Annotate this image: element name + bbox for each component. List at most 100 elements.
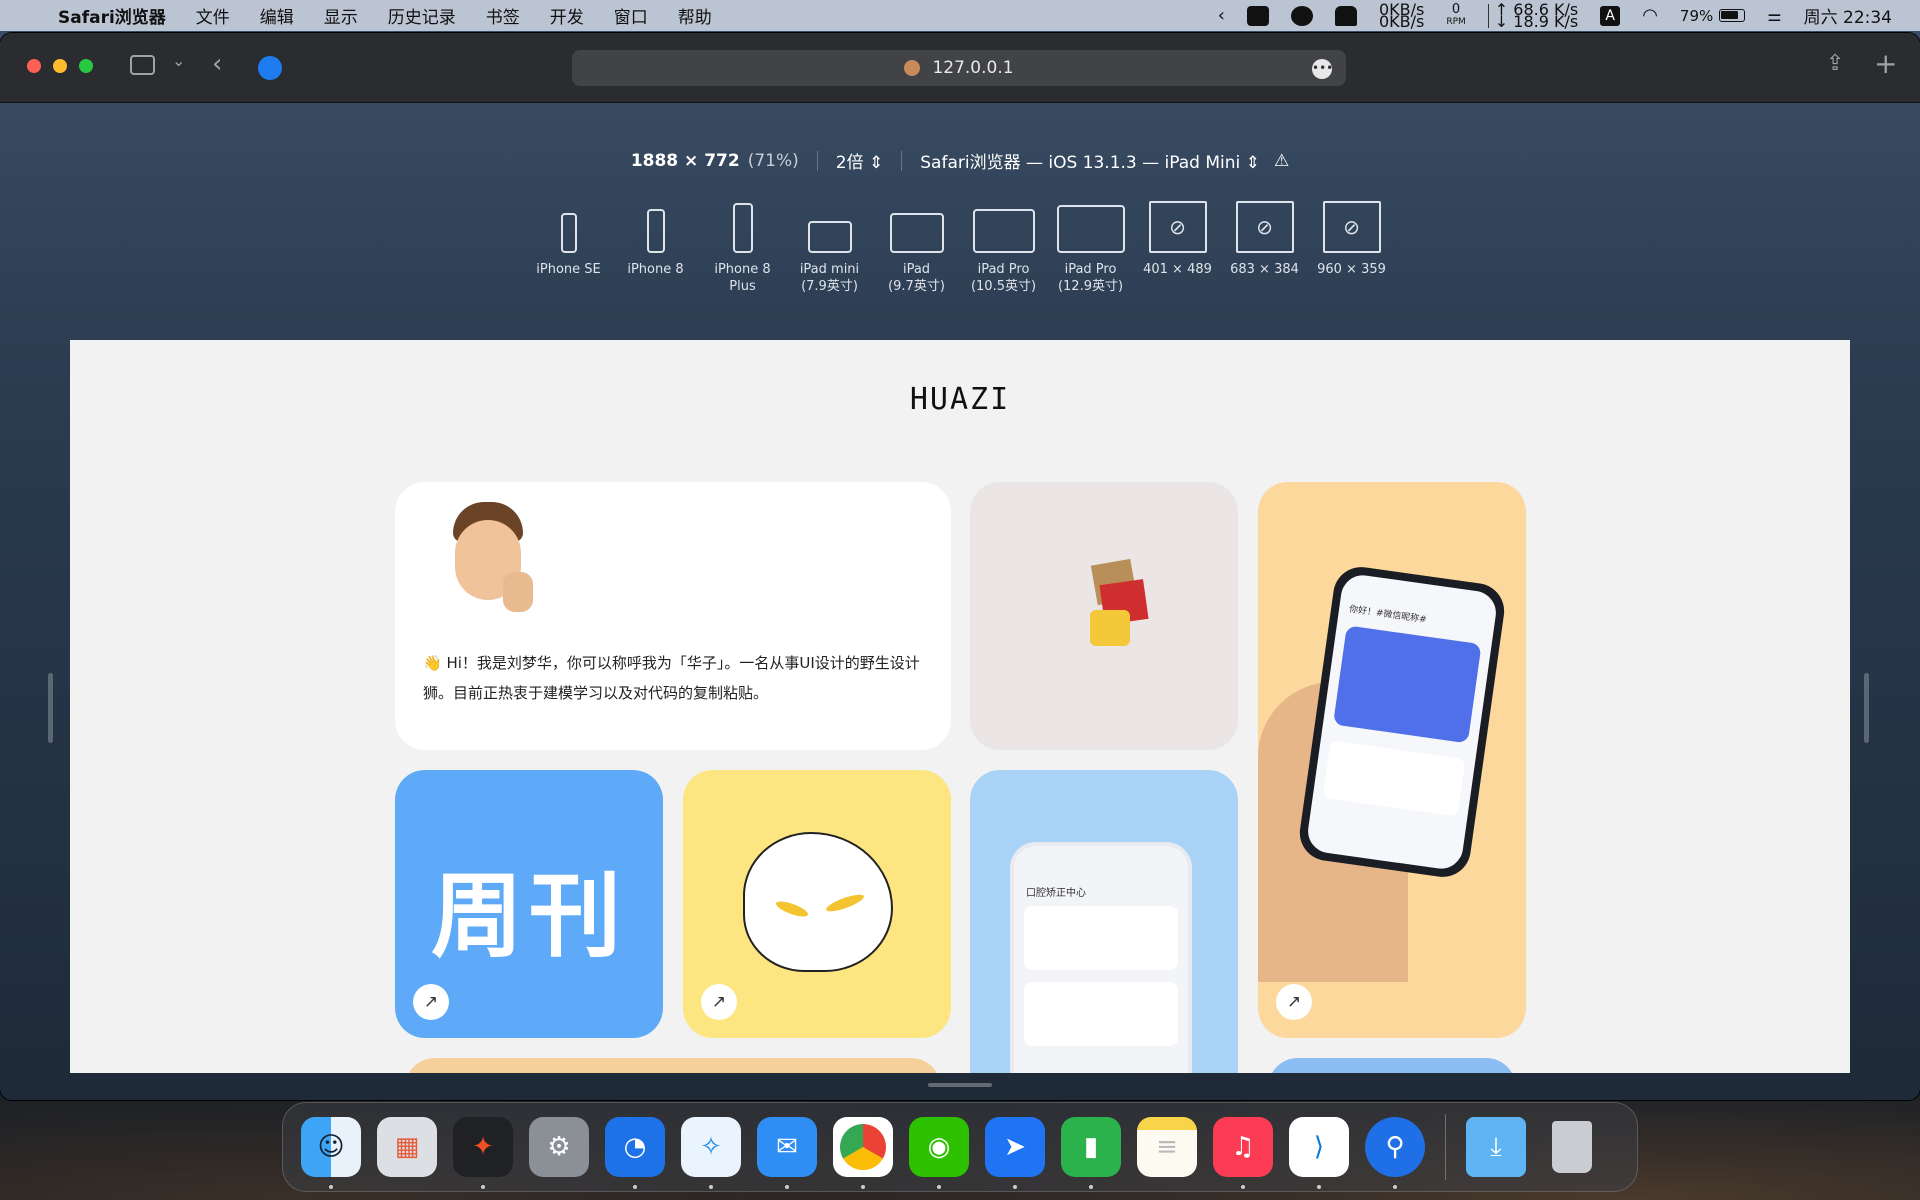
dock-lark[interactable]: ➤ xyxy=(985,1117,1045,1189)
scale-selector[interactable]: 2倍 ⇕ xyxy=(836,148,883,173)
user-agent-selector[interactable]: Safari浏览器 — iOS 13.1.3 — iPad Mini ⇕ xyxy=(920,148,1260,173)
open-project-button[interactable]: ↗ xyxy=(413,984,449,1020)
extension-icon[interactable] xyxy=(258,56,282,80)
dock-launchpad[interactable]: ▦ xyxy=(377,1117,437,1177)
iphone-icon xyxy=(646,209,665,253)
cat-icon[interactable] xyxy=(1334,5,1357,26)
network-monitor[interactable]: 0KB/s 0KB/s xyxy=(1379,1,1424,29)
dock-mail[interactable]: ✉ xyxy=(757,1117,817,1189)
dock-vscode[interactable]: ⟩ xyxy=(1289,1117,1349,1189)
phone-greeting: 你好！#微信昵称# xyxy=(1348,604,1428,626)
dock-trash[interactable] xyxy=(1542,1117,1602,1177)
dock-numbers[interactable]: ▮ xyxy=(1061,1117,1121,1189)
ipad-icon xyxy=(972,209,1035,253)
partial-card-orange[interactable] xyxy=(405,1058,941,1073)
close-window-button[interactable] xyxy=(27,59,41,73)
menu-history[interactable]: 历史记录 xyxy=(388,3,456,28)
share-icon[interactable]: ⇪ xyxy=(1826,51,1844,76)
weekly-label: 周刊 xyxy=(430,863,627,970)
device-iphone-8-plus[interactable]: iPhone 8 Plus xyxy=(699,203,786,295)
resize-handle-left[interactable] xyxy=(48,673,53,743)
finder-icon: ☺ xyxy=(317,1132,345,1162)
resize-handle-right[interactable] xyxy=(1864,673,1869,743)
chevron-left-icon[interactable]: ‹ xyxy=(1218,5,1225,26)
menu-view[interactable]: 显示 xyxy=(324,3,358,28)
menu-file[interactable]: 文件 xyxy=(196,3,230,28)
wifi-icon[interactable]: ◠ xyxy=(1642,5,1658,26)
open-project-button[interactable]: ↗ xyxy=(1276,984,1312,1020)
device-ipad[interactable]: iPad (9.7英寸) xyxy=(873,203,960,295)
app-showcase-card[interactable]: 你好！#微信昵称# ↗ xyxy=(1258,482,1526,1038)
menu-help[interactable]: 帮助 xyxy=(678,3,712,28)
fan-unit: RPM xyxy=(1446,16,1466,27)
3d-character-card[interactable] xyxy=(970,482,1238,750)
viewport-dimensions[interactable]: 1888 × 772 xyxy=(631,151,740,171)
launchpad-icon: ▦ xyxy=(394,1132,420,1162)
gear-icon: ⚙ xyxy=(547,1132,571,1162)
device-presets: iPhone SE iPhone 8 iPhone 8 Plus iPad mi… xyxy=(0,201,1920,295)
device-ipad-pro-10[interactable]: iPad Pro (10.5英寸) xyxy=(960,203,1047,295)
menu-window[interactable]: 窗口 xyxy=(614,3,648,28)
fan-value: 0 xyxy=(1451,1,1461,17)
input-method-icon[interactable]: A xyxy=(1600,5,1621,26)
compass-icon: ⊘ xyxy=(1235,201,1294,253)
dock-system-preferences[interactable]: ⚙ xyxy=(529,1117,589,1177)
back-button[interactable]: ‹ xyxy=(212,49,222,79)
dock-wechat[interactable]: ◉ xyxy=(909,1117,969,1189)
dock-downloads[interactable]: ⤓ xyxy=(1466,1117,1526,1177)
minimize-window-button[interactable] xyxy=(53,59,67,73)
chevron-down-icon[interactable]: ⌄ xyxy=(172,51,185,70)
menu-develop[interactable]: 开发 xyxy=(550,3,584,28)
compass-icon: ⊘ xyxy=(1322,201,1381,253)
mascot-illustration xyxy=(743,832,893,972)
lark-icon: ➤ xyxy=(1004,1132,1026,1162)
custom-size-683[interactable]: ⊘ 683 × 384 xyxy=(1221,201,1308,295)
wechat-icon[interactable] xyxy=(1290,5,1313,26)
device-iphone-8[interactable]: iPhone 8 xyxy=(612,203,699,295)
dock-notes[interactable]: ≡ xyxy=(1137,1117,1197,1177)
page-viewport: HUAZI 👋 Hi！我是刘梦华，你可以称呼我为「华子」。一名从事UI设计的野生… xyxy=(70,340,1850,1073)
menu-edit[interactable]: 编辑 xyxy=(260,3,294,28)
dock-music[interactable]: ♫ xyxy=(1213,1117,1273,1189)
device-ipad-mini[interactable]: iPad mini (7.9英寸) xyxy=(786,203,873,295)
numbers-icon: ▮ xyxy=(1083,1132,1099,1162)
phone-screen-mockup: 口腔矫正中心 xyxy=(1010,842,1192,1073)
menu-bookmarks[interactable]: 书签 xyxy=(486,3,520,28)
dock-safari[interactable]: ✧ xyxy=(681,1117,741,1189)
more-options-icon[interactable]: ••• xyxy=(1312,59,1333,79)
custom-size-960[interactable]: ⊘ 960 × 359 xyxy=(1308,201,1395,295)
partial-card-blue[interactable] xyxy=(1268,1058,1516,1073)
resize-handle-bottom[interactable] xyxy=(928,1083,992,1087)
intro-card: 👋 Hi！我是刘梦华，你可以称呼我为「华子」。一名从事UI设计的野生设计狮。目前… xyxy=(395,482,951,750)
intro-text: 👋 Hi！我是刘梦华，你可以称呼我为「华子」。一名从事UI设计的野生设计狮。目前… xyxy=(423,654,920,702)
dashboard-card[interactable]: 口腔矫正中心 xyxy=(970,770,1238,1073)
dock: ☺ ▦ ✦ ⚙ ◔ ✧ ✉ ◉ ➤ ▮ ≡ ♫ ⟩ ⚲ ⤓ xyxy=(282,1102,1638,1192)
address-bar[interactable]: 127.0.0.1 ••• xyxy=(572,50,1346,86)
edge-icon: ◔ xyxy=(623,1132,647,1162)
mascot-card[interactable]: ↗ xyxy=(683,770,951,1038)
twitter-icon[interactable] xyxy=(1246,5,1269,26)
device-ipad-pro-12[interactable]: iPad Pro (12.9英寸) xyxy=(1047,203,1134,295)
open-project-button[interactable]: ↗ xyxy=(701,984,737,1020)
control-center-icon[interactable]: ⚌ xyxy=(1767,6,1781,25)
speed-monitor[interactable]: ↑ 68.6 K/s ↓ 18.9 K/s xyxy=(1487,1,1578,29)
site-logo[interactable]: HUAZI xyxy=(70,382,1850,417)
custom-size-401[interactable]: ⊘ 401 × 489 xyxy=(1134,201,1221,295)
menubar-clock[interactable]: 周六 22:34 xyxy=(1804,3,1892,28)
zoom-window-button[interactable] xyxy=(79,59,93,73)
fan-monitor[interactable]: 0 RPM xyxy=(1446,1,1466,28)
dock-maps[interactable]: ⚲ xyxy=(1365,1117,1425,1189)
vscode-icon: ⟩ xyxy=(1313,1132,1325,1162)
dock-edge[interactable]: ◔ xyxy=(605,1117,665,1189)
dock-finder[interactable]: ☺ xyxy=(301,1117,361,1189)
warning-icon[interactable]: ⚠ xyxy=(1274,151,1289,171)
battery-status[interactable]: 79% xyxy=(1680,7,1746,25)
menu-app-name[interactable]: Safari浏览器 xyxy=(58,3,166,28)
dock-chrome[interactable] xyxy=(833,1117,893,1189)
phone-mockup: 你好！#微信昵称# xyxy=(1296,563,1508,881)
device-iphone-se[interactable]: iPhone SE xyxy=(525,203,612,295)
dock-figma[interactable]: ✦ xyxy=(453,1117,513,1189)
weekly-card[interactable]: 周刊 ↗ xyxy=(395,770,663,1038)
sidebar-icon[interactable] xyxy=(130,55,155,75)
new-tab-button[interactable]: + xyxy=(1874,47,1897,80)
